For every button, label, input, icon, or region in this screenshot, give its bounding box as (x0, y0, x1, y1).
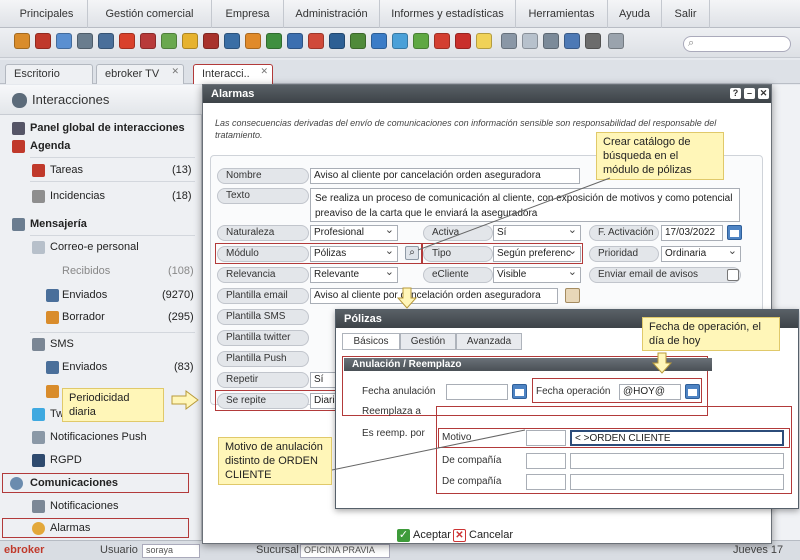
arrow-down-fecha (651, 352, 673, 374)
arrow-line-motivo (331, 429, 526, 471)
annotation-arrows (171, 177, 673, 471)
arrow-line-catalogo (417, 177, 611, 251)
arrow-right-periodicidad (171, 390, 199, 410)
arrow-down-modulo (396, 287, 418, 309)
